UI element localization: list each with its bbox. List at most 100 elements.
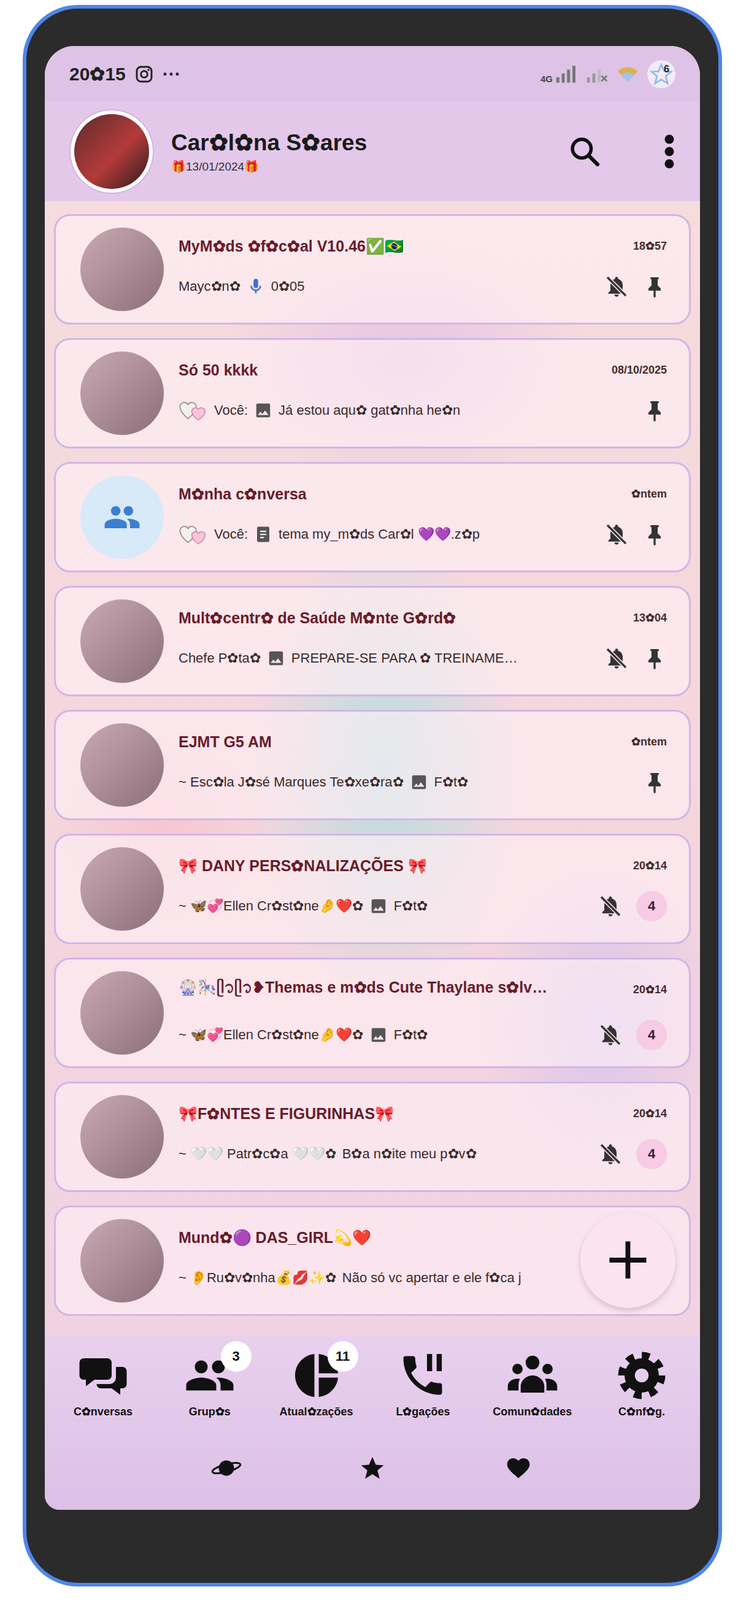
nav-badge: 3 <box>220 1341 252 1372</box>
image-icon <box>266 649 286 668</box>
message-sender: Chefe P✿ta✿ <box>178 650 261 667</box>
wifi-icon <box>616 65 639 84</box>
chat-name: M✿nha c✿nversa <box>178 485 307 504</box>
chat-name: Mund✿🟣 DAS_GIRL💫❤️ <box>178 1228 372 1247</box>
chat-preview: Mayc✿n✿ 0✿05 <box>178 277 597 296</box>
profile-subtitle: 🎁13/01/2024🎁 <box>171 159 550 174</box>
chat-time: 20✿14 <box>633 982 667 997</box>
search-icon[interactable] <box>567 134 602 169</box>
nav-item[interactable]: C✿nversas <box>66 1349 140 1419</box>
nav-item[interactable]: 3 Grup✿s <box>173 1349 247 1419</box>
star-icon <box>649 62 673 86</box>
chat-preview: ~ 🦋💞Ellen Cr✿st✿ne🤌❤️✿ F✿t✿ <box>178 1025 591 1045</box>
chat-time: ✿ntem <box>631 487 667 501</box>
chat-name: MyM✿ds ✿f✿c✿al V10.46✅🇧🇷 <box>178 237 404 256</box>
settings-icon <box>615 1349 668 1402</box>
muted-icon <box>604 646 629 671</box>
notification-badge: 6 <box>647 60 676 89</box>
screen: 20✿15 ··· 4G 6 Car✿l✿na S✿ares 🎁13/01/20… <box>44 46 700 1510</box>
profile-photo <box>74 114 150 189</box>
nav-item[interactable]: 11 Atual✿zações <box>279 1349 354 1419</box>
chat-row[interactable]: 🎀 DANY PERS✿NALIZAÇÕES 🎀 20✿14 ~ 🦋💞Ellen… <box>53 833 691 945</box>
chat-time: 20✿14 <box>633 1106 667 1121</box>
chat-row[interactable]: MyM✿ds ✿f✿c✿al V10.46✅🇧🇷 18✿57 Mayc✿n✿ 0… <box>53 214 691 325</box>
chat-avatar <box>80 723 164 807</box>
nav-badge: 11 <box>327 1341 359 1372</box>
app-header: Car✿l✿na S✿ares 🎁13/01/2024🎁 <box>44 101 700 202</box>
chat-row[interactable]: EJMT G5 AM ✿ntem ~ Esc✿la J✿sé Marques T… <box>53 709 691 821</box>
message-sender: Você: <box>214 402 248 419</box>
chat-avatar <box>80 1095 164 1179</box>
chat-list-area: MyM✿ds ✿f✿c✿al V10.46✅🇧🇷 18✿57 Mayc✿n✿ 0… <box>44 201 700 1337</box>
signal-icon <box>555 65 578 84</box>
network-type: 4G <box>540 73 553 85</box>
message-text: tema my_m✿ds Car✿l 💜💜.z✿p <box>278 526 480 543</box>
chat-avatar <box>80 227 164 312</box>
group-icon <box>103 498 142 537</box>
chat-avatar <box>80 599 164 683</box>
unread-badge: 4 <box>636 1138 667 1170</box>
hearts-icon <box>178 399 208 422</box>
chat-preview: ~ Esc✿la J✿sé Marques Te✿xe✿ra✿ F✿t✿ <box>178 772 635 792</box>
unread-badge: 4 <box>636 1019 667 1051</box>
pin-icon <box>642 398 667 423</box>
nav-item[interactable]: C✿nf✿g. <box>604 1349 679 1419</box>
chat-name: Mult✿centr✿ de Saúde M✿nte G✿rd✿ <box>178 609 456 627</box>
chat-time: 20✿14 <box>633 858 667 873</box>
chat-row[interactable]: Só 50 kkkk 08/10/2025 Você: Já estou aqu… <box>53 338 691 449</box>
chats-icon <box>77 1349 129 1402</box>
message-text: B✿a n✿ite meu p✿v✿ <box>342 1145 477 1162</box>
pin-icon <box>642 769 667 795</box>
message-text: F✿t✿ <box>393 898 429 915</box>
nav-item[interactable]: L✿gações <box>385 1349 460 1419</box>
pin-icon <box>642 274 667 299</box>
chat-avatar <box>80 351 164 435</box>
new-chat-button[interactable]: + <box>580 1212 676 1308</box>
page: 20✿15 ··· 4G 6 Car✿l✿na S✿ares 🎁13/01/20… <box>0 0 746 1600</box>
message-sender: ~ 🤍🤍 Patr✿c✿a 🤍🤍✿ <box>178 1145 337 1162</box>
image-icon <box>253 401 273 420</box>
message-text: Não só vc apertar e ele f✿ca j <box>342 1269 522 1286</box>
muted-icon <box>598 1022 623 1048</box>
chat-preview: Chefe P✿ta✿ PREPARE-SE PARA ✿ TREINAME… <box>178 649 597 668</box>
bottom-nav: C✿nversas 3 Grup✿s 11 Atual✿zações L✿gaç… <box>44 1336 700 1510</box>
chat-time: ✿ntem <box>631 734 667 749</box>
nav-label: C✿nf✿g. <box>618 1404 666 1419</box>
hearts-icon <box>178 523 208 546</box>
message-sender: ~ 👂Ru✿v✿nha💰💋✨✿ <box>178 1269 337 1286</box>
image-icon <box>369 1025 388 1045</box>
star-icon[interactable] <box>357 1454 388 1482</box>
chat-preview: Você: Já estou aqu✿ gat✿nha he✿n <box>178 399 635 422</box>
message-text: F✿t✿ <box>393 1026 429 1043</box>
planet-icon[interactable] <box>211 1454 242 1482</box>
chat-preview: ~ 🤍🤍 Patr✿c✿a 🤍🤍✿ B✿a n✿ite meu p✿v✿ <box>178 1145 591 1162</box>
chat-avatar <box>80 971 164 1055</box>
pin-icon <box>642 646 667 671</box>
heart-icon[interactable] <box>503 1454 534 1482</box>
message-sender: Mayc✿n✿ <box>178 278 241 295</box>
instagram-icon <box>134 64 154 85</box>
chat-name: 🎡🎠ᥫ᭡ᥫ᭡❥Themas e m✿ds Cute Thaylane s✿lv… <box>178 976 548 1004</box>
chat-name: 🎀F✿NTES E FIGURINHAS🎀 <box>178 1104 394 1123</box>
chat-row[interactable]: 🎀F✿NTES E FIGURINHAS🎀 20✿14 ~ 🤍🤍 Patr✿c✿… <box>53 1081 691 1193</box>
nav-item[interactable]: Comun✿dades <box>492 1349 572 1419</box>
chat-name: EJMT G5 AM <box>178 733 272 751</box>
chat-preview: Você: tema my_m✿ds Car✿l 💜💜.z✿p <box>178 523 597 546</box>
status-more: ··· <box>162 63 181 85</box>
group-avatar <box>80 475 164 559</box>
muted-icon <box>604 274 629 299</box>
chat-row[interactable]: Mult✿centr✿ de Saúde M✿nte G✿rd✿ 13✿04 C… <box>53 585 691 697</box>
nav-label: Atual✿zações <box>279 1404 354 1419</box>
profile-avatar[interactable] <box>70 110 153 193</box>
status-bar: 20✿15 ··· 4G 6 <box>44 46 700 102</box>
chat-time: 08/10/2025 <box>611 363 667 377</box>
menu-icon[interactable] <box>663 130 676 173</box>
message-sender: ~ 🦋💞Ellen Cr✿st✿ne🤌❤️✿ <box>178 898 364 915</box>
unread-badge: 4 <box>636 890 667 922</box>
phone-frame: 20✿15 ··· 4G 6 Car✿l✿na S✿ares 🎁13/01/20… <box>22 4 723 1587</box>
chat-row[interactable]: M✿nha c✿nversa ✿ntem Você: tema my_m✿ds … <box>53 461 691 573</box>
message-text: 0✿05 <box>271 278 305 295</box>
communities-icon <box>506 1349 559 1402</box>
chat-row[interactable]: 🎡🎠ᥫ᭡ᥫ᭡❥Themas e m✿ds Cute Thaylane s✿lv…… <box>53 957 691 1069</box>
status-time: 20✿15 <box>69 63 126 85</box>
